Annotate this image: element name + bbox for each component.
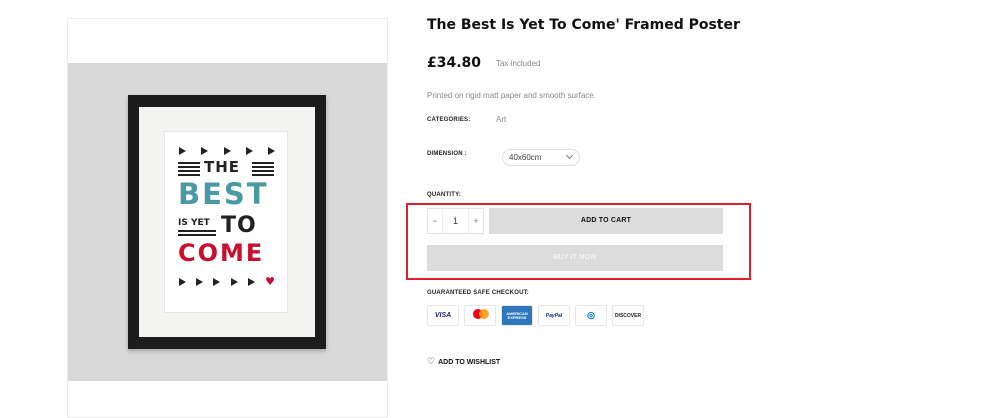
poster-word-to: TO [221,213,257,238]
payment-methods: VISA AMERICAN EXPRESS PayPal ◎ DISCOVER [427,305,644,326]
poster-frame: THE BEST IS YET TO COME ♥ [128,95,326,349]
product-image[interactable]: THE BEST IS YET TO COME ♥ [68,63,387,381]
checkout-label: GUARANTEED SAFE CHECKOUT: [427,290,530,296]
dimension-label: DIMENSION : [427,151,467,157]
poster-word-the: THE [204,158,241,176]
poster-arrows-top [179,146,275,156]
heart-icon: ♥ [265,275,275,288]
product-image-panel: THE BEST IS YET TO COME ♥ [67,18,388,418]
category-link-art[interactable]: Art [496,115,506,124]
quantity-label: QUANTITY: [427,192,462,198]
paypal-icon: PayPal [538,305,570,326]
diners-club-icon: ◎ [575,305,607,326]
product-description: Printed on rigid matt paper and smooth s… [427,91,596,100]
poster-mat: THE BEST IS YET TO COME ♥ [139,107,315,337]
mastercard-icon [464,305,496,326]
amex-icon: AMERICAN EXPRESS [501,305,533,326]
product-title: The Best Is Yet To Come' Framed Poster [427,17,740,33]
poster-arrows-bottom: ♥ [179,275,275,288]
chevron-down-icon [565,151,574,160]
wishlist-label: ADD TO WISHLIST [438,358,501,366]
poster-word-best: BEST [178,177,269,211]
poster-word-come: COME [178,239,265,267]
dimension-select-value: 40x60cm [509,153,542,162]
poster-word-is-yet: IS YET [178,218,210,228]
tax-note: Tax included [496,59,541,68]
heart-outline-icon: ♡ [427,357,436,367]
poster-artwork: THE BEST IS YET TO COME ♥ [164,131,288,313]
product-price: £34.80 [427,55,482,71]
dimension-select[interactable]: 40x60cm [502,149,580,166]
highlight-box [406,203,751,280]
discover-icon: DISCOVER [612,305,644,326]
add-to-wishlist-link[interactable]: ♡ ADD TO WISHLIST [427,357,500,367]
categories-label: CATEGORIES: [427,117,471,123]
visa-icon: VISA [427,305,459,326]
